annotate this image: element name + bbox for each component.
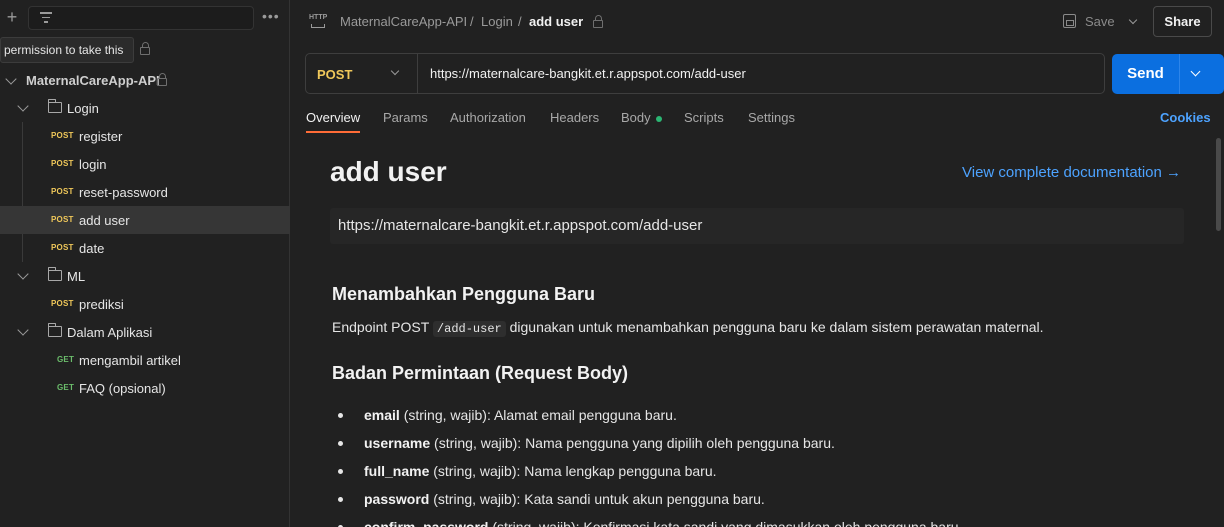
add-icon[interactable]: +	[3, 6, 21, 28]
save-icon	[1063, 14, 1076, 28]
tab-authorization[interactable]: Authorization	[450, 110, 526, 125]
request-name: date	[79, 241, 105, 256]
method-select[interactable]: POST	[306, 54, 418, 93]
sidebar: + ••• on permission to take this Materna…	[0, 0, 290, 527]
folder-icon	[47, 99, 62, 113]
method-badge: GET	[57, 383, 75, 392]
cookies-link[interactable]: Cookies	[1160, 110, 1211, 125]
request-name: mengambil artikel	[79, 353, 181, 368]
share-button[interactable]: Share	[1153, 6, 1212, 37]
breadcrumb-collection[interactable]: MaternalCareApp-API	[340, 14, 467, 29]
url-input[interactable]: https://maternalcare-bangkit.et.r.appspo…	[430, 66, 746, 81]
chevron-down-icon[interactable]	[17, 100, 29, 112]
collection-name: MaternalCareApp-API	[26, 73, 160, 88]
tooltip: permission to take this	[0, 37, 134, 63]
lock-icon	[157, 73, 167, 86]
folder-icon	[47, 323, 62, 337]
http-icon: HTTP	[309, 12, 329, 30]
method-badge: GET	[57, 355, 75, 364]
request-item[interactable]: POST register	[0, 122, 290, 150]
list-item: confirm_password (string, wajib): Konfir…	[338, 519, 962, 527]
inline-code: /add-user	[432, 321, 506, 337]
list-item: email (string, wajib): Alamat email peng…	[338, 407, 677, 423]
method-badge: POST	[51, 215, 74, 224]
request-item[interactable]: POST prediksi	[0, 290, 290, 318]
folder-name: ML	[67, 269, 86, 284]
folder-ml[interactable]: ML	[0, 262, 290, 290]
request-item[interactable]: POST date	[0, 234, 290, 262]
folder-dalam-aplikasi[interactable]: Dalam Aplikasi	[0, 318, 290, 346]
lock-icon	[593, 15, 603, 28]
request-name: FAQ (opsional)	[79, 381, 166, 396]
method-badge: POST	[51, 299, 74, 308]
doc-heading: Menambahkan Pengguna Baru	[332, 284, 596, 304]
status-dot-icon	[655, 115, 662, 122]
request-item[interactable]: POST login	[0, 150, 290, 178]
list-item: password (string, wajib): Kata sandi unt…	[338, 491, 765, 507]
request-name: reset-password	[79, 185, 168, 200]
request-item-selected[interactable]: POST add user	[0, 206, 290, 234]
request-item[interactable]: POST reset-password	[0, 178, 290, 206]
breadcrumb-folder[interactable]: Login	[481, 14, 513, 29]
method-badge: POST	[51, 159, 74, 168]
tab-settings[interactable]: Settings	[748, 110, 795, 125]
breadcrumb-separator: /	[518, 14, 522, 29]
tab-scripts[interactable]: Scripts	[684, 110, 724, 125]
doc-paragraph: Endpoint POST /add-user digunakan untuk …	[332, 319, 1044, 337]
method-badge: POST	[51, 131, 74, 140]
folder-name: Dalam Aplikasi	[67, 325, 153, 340]
filter-input[interactable]	[28, 6, 254, 30]
folder-login[interactable]: Login	[0, 94, 290, 122]
request-name: register	[79, 129, 123, 144]
main-panel: HTTP MaternalCareApp-API / Login / add u…	[291, 0, 1224, 527]
folder-name: Login	[67, 101, 99, 116]
breadcrumb-request: add user	[529, 14, 584, 29]
chevron-down-icon[interactable]	[1128, 15, 1138, 25]
doc-url: https://maternalcare-bangkit.et.r.appspo…	[330, 208, 1184, 244]
tab-headers[interactable]: Headers	[550, 110, 599, 125]
list-item: full_name (string, wajib): Nama lengkap …	[338, 463, 717, 479]
request-tabs: Overview Params Authorization Headers Bo…	[291, 104, 1224, 134]
list-item: username (string, wajib): Nama pengguna …	[338, 435, 835, 451]
request-name: login	[79, 157, 107, 172]
filter-icon	[40, 12, 52, 24]
url-bar: POST https://maternalcare-bangkit.et.r.a…	[305, 53, 1105, 94]
chevron-down-icon[interactable]	[17, 324, 29, 336]
request-item[interactable]: GET mengambil artikel	[0, 346, 290, 374]
folder-icon	[47, 267, 62, 281]
breadcrumb-separator: /	[470, 14, 474, 29]
method-badge: POST	[51, 243, 74, 252]
request-header: HTTP MaternalCareApp-API / Login / add u…	[291, 0, 1224, 44]
active-tab-indicator	[306, 131, 360, 133]
request-item[interactable]: GET FAQ (opsional)	[0, 374, 290, 402]
chevron-down-icon	[390, 66, 400, 76]
doc-title: add user	[330, 156, 447, 187]
tab-overview[interactable]: Overview	[306, 110, 360, 125]
lock-icon	[140, 42, 150, 55]
doc-heading: Badan Permintaan (Request Body)	[332, 363, 629, 383]
sidebar-toolbar: + •••	[0, 0, 290, 36]
send-button[interactable]: Send	[1112, 54, 1224, 94]
more-options-icon[interactable]: •••	[262, 8, 280, 24]
chevron-down-icon[interactable]	[17, 268, 29, 280]
request-name: prediksi	[79, 297, 124, 312]
collection-row[interactable]: MaternalCareApp-API	[0, 66, 290, 94]
method-badge: POST	[51, 187, 74, 196]
chevron-down-icon[interactable]	[1190, 66, 1201, 77]
request-name: add user	[79, 213, 130, 228]
tab-params[interactable]: Params	[383, 110, 428, 125]
chevron-down-icon[interactable]	[5, 73, 17, 85]
documentation-panel: add user View complete documentation → h…	[291, 140, 1224, 527]
scrollbar[interactable]	[1216, 138, 1221, 231]
view-documentation-link[interactable]: View complete documentation →	[962, 164, 1181, 181]
tab-body[interactable]: Body	[621, 110, 662, 125]
